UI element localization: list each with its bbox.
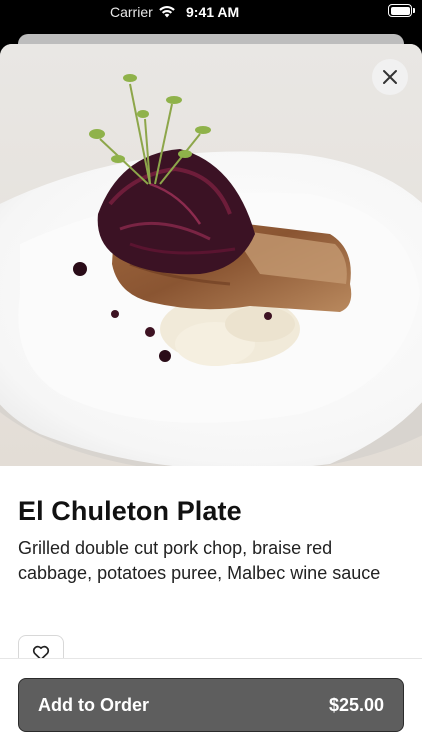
- status-bar: Carrier 9:41 AM: [0, 0, 422, 26]
- battery-icon: [388, 4, 412, 17]
- item-photo: [0, 44, 422, 466]
- item-price: $25.00: [328, 695, 384, 715]
- carrier-label: Carrier: [110, 4, 153, 20]
- add-to-order-button[interactable]: Add to Order $25.00: [18, 678, 404, 732]
- close-icon: [383, 70, 397, 84]
- item-description: Grilled double cut pork chop, braise red…: [18, 538, 381, 583]
- status-time: 9:41 AM: [186, 4, 240, 20]
- add-to-order-label: Add to Order: [38, 695, 149, 715]
- item-detail-sheet: El Chuleton Plate Grilled double cut por…: [0, 44, 422, 750]
- wifi-icon: [158, 5, 176, 21]
- close-button[interactable]: [372, 59, 408, 95]
- item-title: El Chuleton Plate: [18, 496, 242, 526]
- battery-tip: [413, 8, 415, 13]
